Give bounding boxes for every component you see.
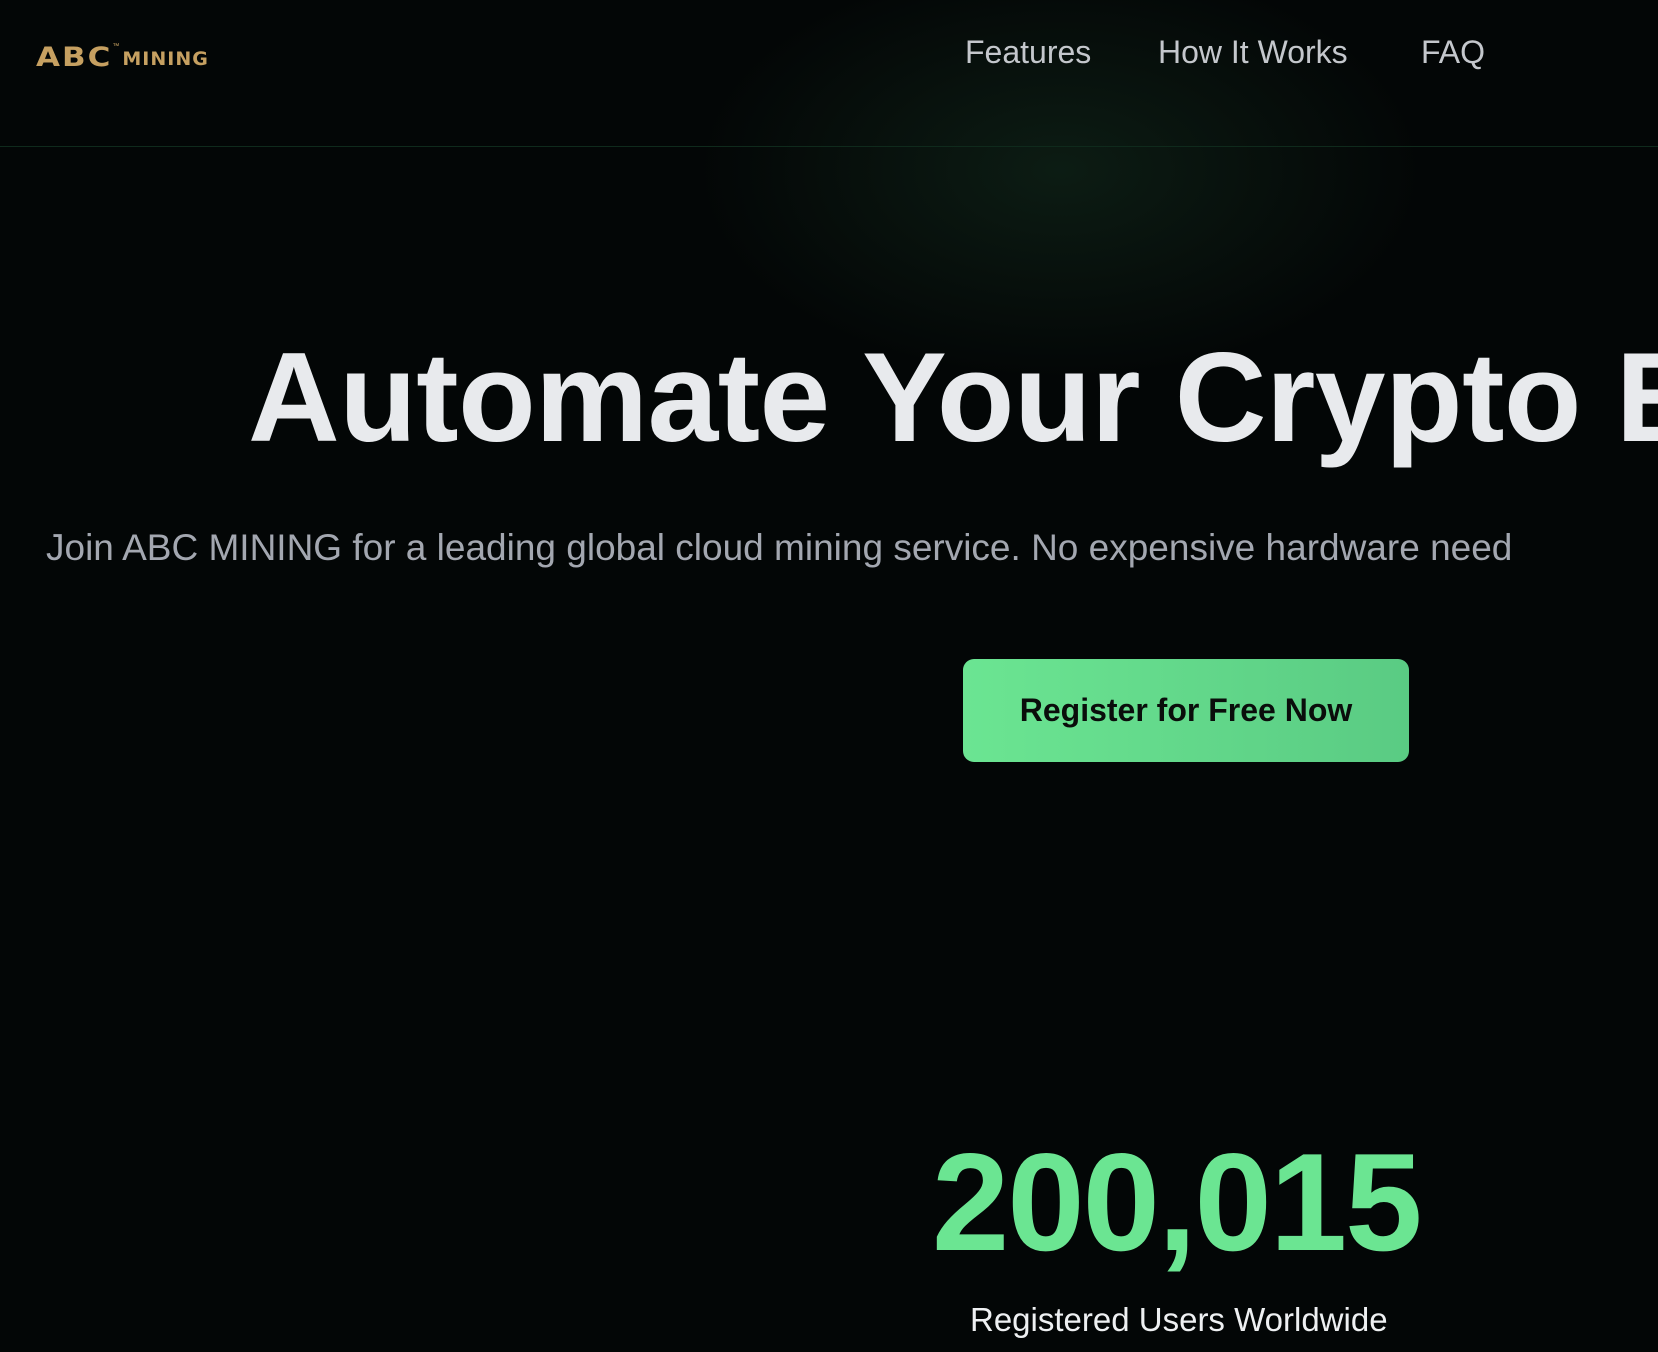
registered-users-label: Registered Users Worldwide — [970, 1301, 1388, 1338]
logo-brand-text: ABC — [36, 41, 113, 73]
nav-link-faq[interactable]: FAQ — [1421, 30, 1485, 74]
nav-link-how-it-works[interactable]: How It Works — [1158, 30, 1348, 74]
registered-users-count: 200,015 — [932, 1125, 1422, 1280]
landing-page: ABC ™ MINING Features How It Works FAQ A… — [0, 0, 1658, 1352]
brand-logo[interactable]: ABC ™ MINING — [36, 40, 209, 70]
site-header: ABC ™ MINING Features How It Works FAQ — [0, 0, 1658, 147]
logo-trademark: ™ — [112, 43, 120, 50]
register-button[interactable]: Register for Free Now — [963, 659, 1409, 762]
hero-title: Automate Your Crypto E — [248, 326, 1658, 468]
hero-subtitle: Join ABC MINING for a leading global clo… — [46, 527, 1513, 568]
logo-suffix-text: MINING — [122, 48, 209, 70]
nav-link-features[interactable]: Features — [965, 30, 1091, 74]
